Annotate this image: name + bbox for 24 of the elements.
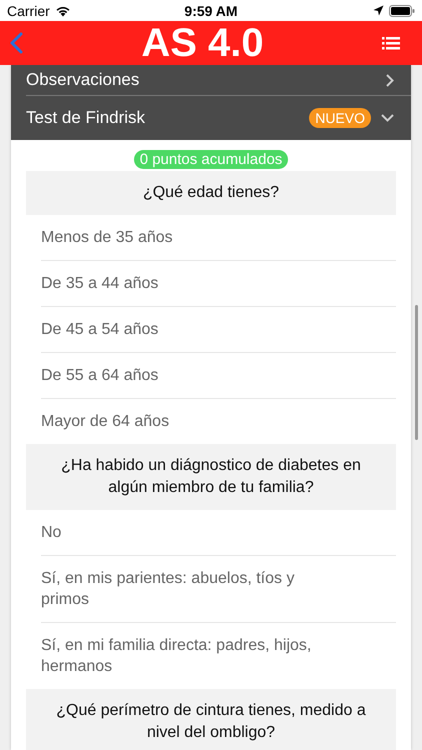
chevron-right-icon: [386, 74, 394, 86]
answer-option[interactable]: Mayor de 64 años: [41, 411, 170, 432]
question-header: ¿Qué edad tienes?: [26, 171, 396, 215]
clock-time: 9:59 AM: [184, 2, 238, 18]
question-header: ¿Qué perímetro de cintura tienes, medido a nivel del ombligo?: [26, 689, 396, 750]
answer-option[interactable]: No: [41, 522, 62, 543]
section-row[interactable]: Test de Findrisk NUEVO: [11, 95, 411, 140]
chevron-down-icon: [381, 114, 394, 122]
menu-icon[interactable]: [382, 36, 400, 50]
question-header: ¿Ha habido un diágnostico de diabetes en algún miembro de tu familia?: [26, 444, 396, 510]
wifi-icon: [54, 4, 71, 16]
answer-option[interactable]: Sí, en mis parientes: abuelos, tíos y primos: [41, 568, 336, 610]
location-icon: [373, 5, 384, 16]
app-title: AS 4.0: [141, 21, 264, 65]
answer-option[interactable]: De 35 a 44 años: [41, 273, 158, 294]
carrier-label: Carrier: [7, 2, 50, 18]
answer-option[interactable]: De 45 a 54 años: [41, 319, 158, 340]
section-row[interactable]: Observaciones: [11, 65, 411, 95]
new-badge: NUEVO: [309, 108, 371, 128]
answer-option[interactable]: De 55 a 64 años: [41, 365, 158, 386]
answer-option[interactable]: Sí, en mi familia directa: padres, hijos, hermanos: [41, 635, 336, 677]
battery-icon: [389, 4, 415, 16]
answer-option[interactable]: Menos de 35 años: [41, 227, 173, 248]
points-badge: 0 puntos acumulados: [134, 150, 288, 169]
